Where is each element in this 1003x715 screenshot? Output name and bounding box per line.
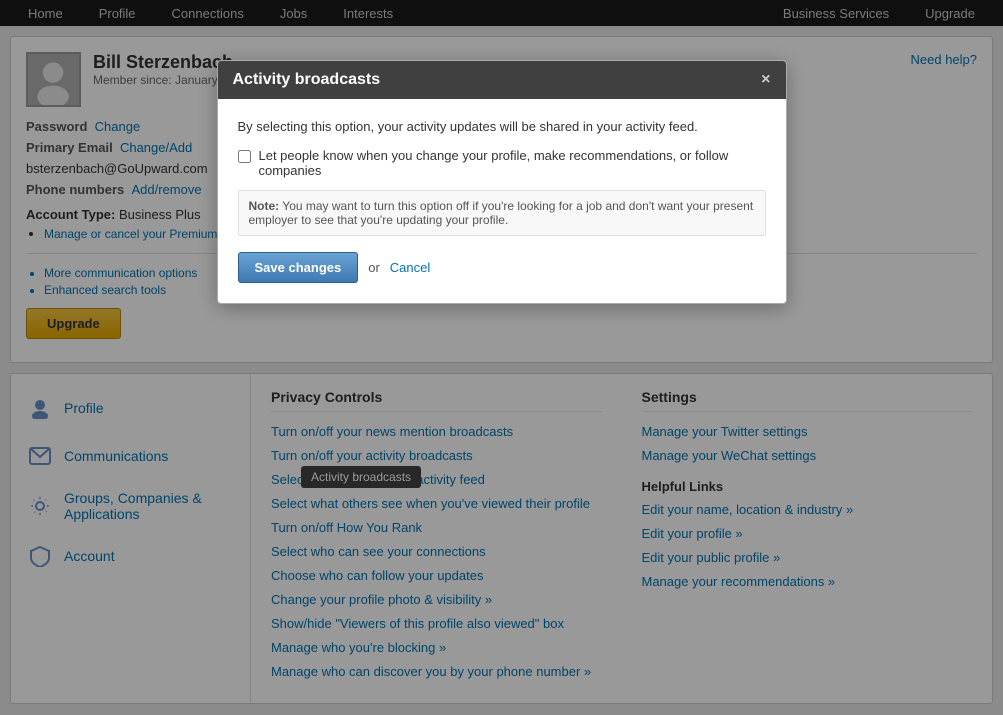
modal-description: By selecting this option, your activity … xyxy=(238,119,766,134)
modal-checkbox-row: Let people know when you change your pro… xyxy=(238,148,766,178)
note-text: You may want to turn this option off if … xyxy=(249,199,754,227)
save-changes-button[interactable]: Save changes xyxy=(238,252,359,283)
checkbox-label: Let people know when you change your pro… xyxy=(259,148,766,178)
modal-body: By selecting this option, your activity … xyxy=(218,99,786,303)
modal-actions: Save changes or Cancel xyxy=(238,252,766,283)
modal-overlay: Activity broadcasts × By selecting this … xyxy=(0,0,1003,715)
activity-broadcasts-checkbox[interactable] xyxy=(238,150,251,163)
modal-title: Activity broadcasts xyxy=(233,71,381,89)
cancel-button[interactable]: Cancel xyxy=(390,260,430,275)
modal-close-button[interactable]: × xyxy=(761,71,770,89)
note-strong: Note: xyxy=(249,199,280,213)
modal-header: Activity broadcasts × xyxy=(218,61,786,99)
activity-broadcasts-modal: Activity broadcasts × By selecting this … xyxy=(217,60,787,304)
modal-or-text: or xyxy=(368,260,380,275)
modal-note: Note: You may want to turn this option o… xyxy=(238,190,766,236)
